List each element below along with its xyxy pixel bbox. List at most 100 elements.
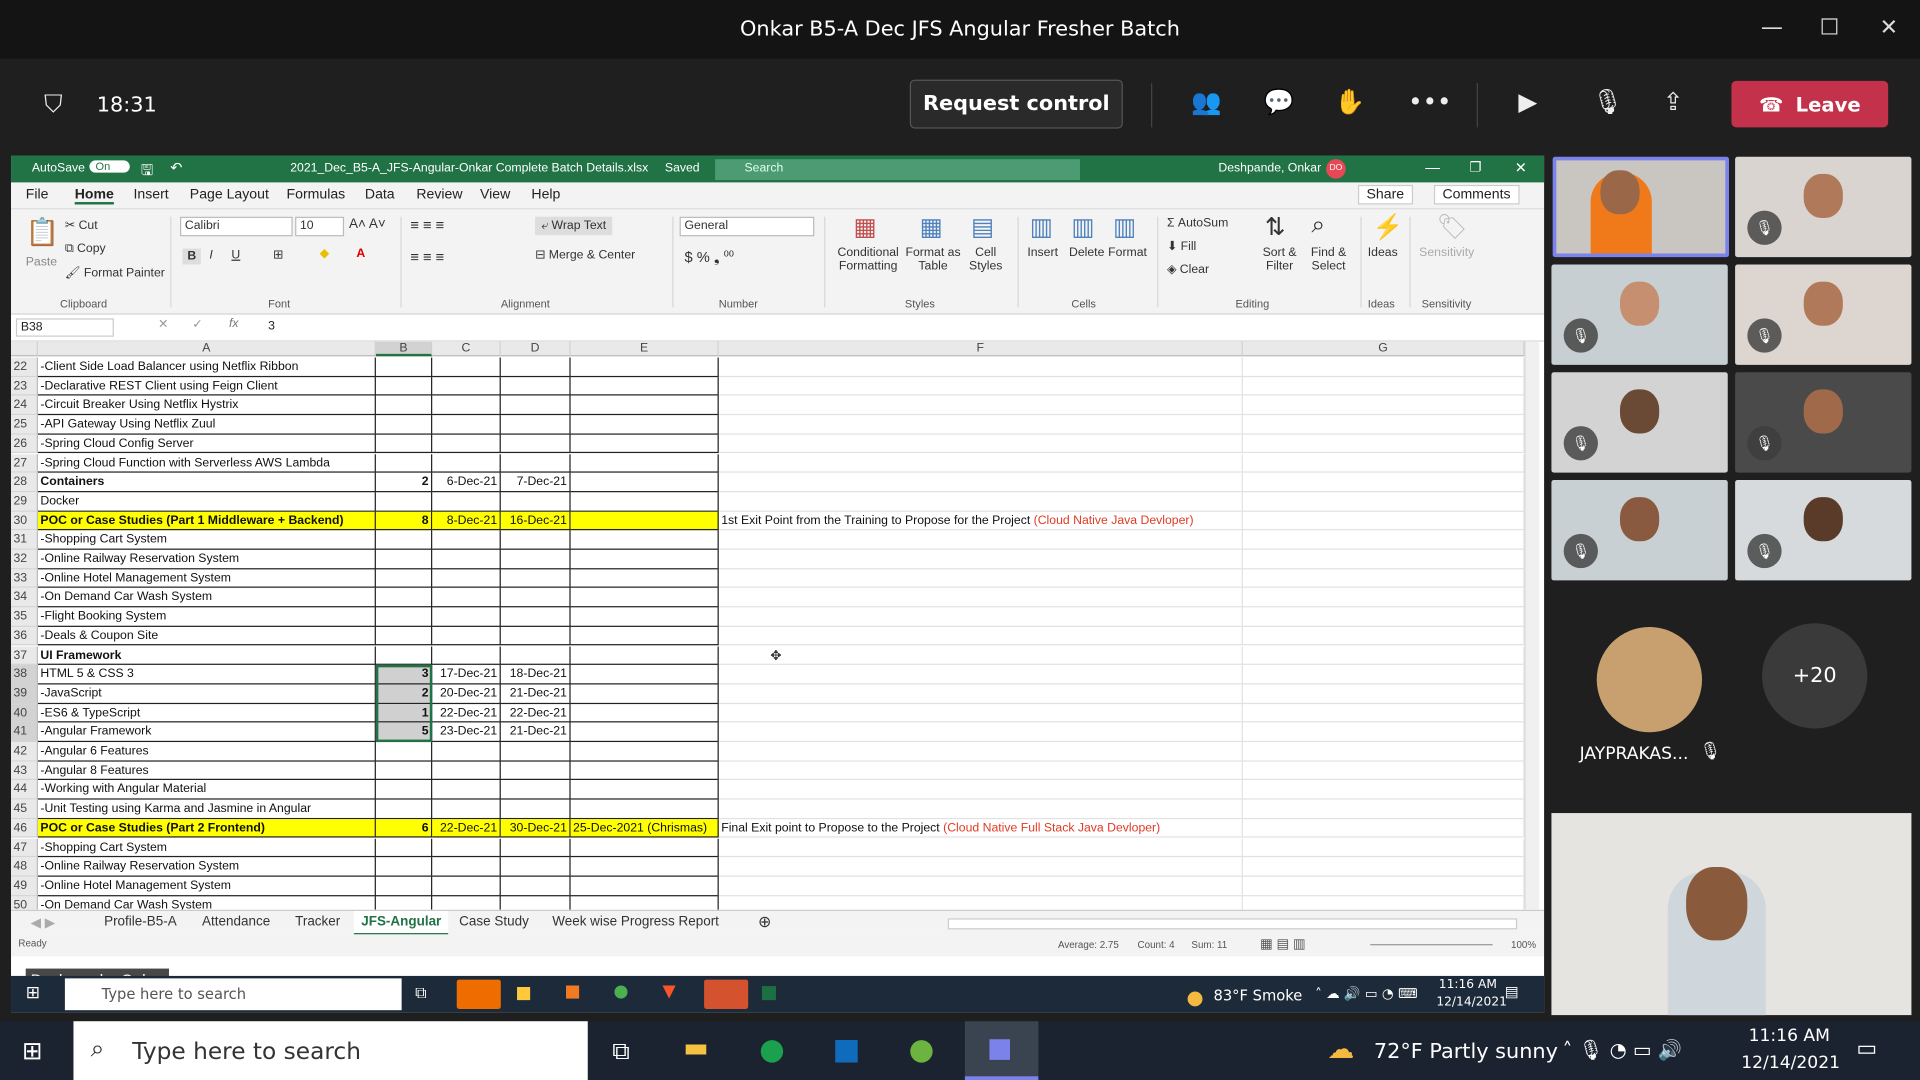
cell-G23[interactable] — [1242, 376, 1525, 396]
video-tile[interactable]: 🎙 — [1735, 480, 1912, 581]
cell-G42[interactable] — [1242, 742, 1525, 762]
vertical-scrollbar[interactable] — [1524, 341, 1540, 910]
cell-E45[interactable] — [570, 799, 719, 819]
cell-G29[interactable] — [1242, 492, 1525, 512]
cell-C40[interactable]: 22-Dec-21 — [432, 703, 501, 723]
cell-D34[interactable] — [500, 588, 571, 608]
cell-D46[interactable]: 30-Dec-21 — [500, 818, 571, 839]
row-header[interactable]: 27 — [11, 453, 38, 473]
cell-D36[interactable] — [500, 626, 571, 646]
windows-start-icon[interactable]: ⊞ — [22, 1036, 43, 1065]
copy-button[interactable]: ⧉ Copy — [65, 242, 106, 255]
underline-button[interactable]: U — [231, 249, 240, 262]
tab-home[interactable]: Home — [74, 187, 114, 205]
format-painter-button[interactable]: 🖌 Format Painter — [65, 267, 165, 280]
cell-F26[interactable] — [718, 434, 1243, 454]
confirm-entry-icon[interactable]: ✓ — [192, 318, 202, 331]
more-options-icon[interactable]: ••• — [1408, 87, 1451, 116]
cell-F37[interactable] — [718, 645, 1243, 666]
cell-G33[interactable] — [1242, 569, 1525, 589]
row-header[interactable]: 23 — [11, 376, 38, 396]
cell-B44[interactable] — [375, 780, 433, 800]
cell-D43[interactable] — [500, 761, 571, 781]
sheet-tab-active[interactable]: JFS-Angular — [353, 911, 449, 936]
tab-insert[interactable]: Insert — [133, 187, 168, 202]
cell-G27[interactable] — [1242, 453, 1525, 473]
ideas-button[interactable]: Ideas — [1368, 246, 1398, 259]
cell-G39[interactable] — [1242, 684, 1525, 704]
cell-A46[interactable]: POC or Case Studies (Part 2 Frontend) — [37, 818, 376, 839]
row-header[interactable]: 43 — [11, 761, 38, 781]
cell-G36[interactable] — [1242, 626, 1525, 646]
cell-F49[interactable] — [718, 876, 1243, 896]
cell-A47[interactable]: -Shopping Cart System — [37, 838, 376, 858]
cell-F44[interactable] — [718, 780, 1243, 800]
video-tile[interactable]: 🎙 — [1551, 372, 1728, 473]
cell-C47[interactable] — [432, 838, 501, 858]
cell-G31[interactable] — [1242, 530, 1525, 550]
mic-muted-icon[interactable]: 🎙 — [1592, 87, 1623, 116]
spreadsheet-grid[interactable]: A B C D E F G 22 -Client Side Load Balancer usin… — [11, 341, 1545, 910]
column-header[interactable]: D — [500, 341, 571, 357]
wrap-text-button[interactable]: ⤶ Wrap Text — [535, 216, 613, 236]
cell-D45[interactable] — [500, 799, 571, 819]
cell-G48[interactable] — [1242, 857, 1525, 877]
cell-E24[interactable] — [570, 395, 719, 416]
cell-A49[interactable]: -Online Hotel Management System — [37, 876, 376, 896]
number-format-select[interactable]: General — [679, 216, 815, 237]
cell-A28[interactable]: Containers — [37, 472, 376, 493]
cell-C22[interactable] — [432, 357, 501, 377]
cell-E50[interactable] — [571, 895, 719, 910]
cell-C34[interactable] — [432, 588, 501, 608]
video-tile[interactable]: 🎙 — [1735, 264, 1912, 365]
self-video-tile[interactable] — [1551, 813, 1912, 1016]
find-select-button[interactable]: Find & Select — [1304, 246, 1353, 273]
column-header[interactable]: B — [375, 341, 433, 357]
bold-button[interactable]: B — [182, 248, 202, 265]
cell-G32[interactable] — [1242, 549, 1525, 570]
close-button[interactable]: ✕ — [1515, 159, 1527, 176]
cell-C36[interactable] — [432, 626, 501, 646]
zoom-slider[interactable] — [1370, 944, 1493, 946]
cell-E32[interactable] — [570, 549, 719, 570]
cell-D31[interactable] — [500, 530, 571, 550]
cell-B22[interactable] — [375, 357, 433, 377]
align-left-icon[interactable]: ≡ ≡ ≡ — [410, 249, 444, 266]
cell-C39[interactable]: 20-Dec-21 — [432, 684, 501, 704]
clear-button[interactable]: ◈ Clear — [1167, 263, 1209, 276]
cell-F31[interactable] — [718, 530, 1243, 550]
tray-icons[interactable]: ˄ 🎙 ◔ ▭ 🔊 — [1562, 1038, 1682, 1061]
row-header[interactable]: 48 — [11, 857, 38, 877]
cell-E31[interactable] — [570, 530, 719, 550]
cell-A29[interactable]: Docker — [37, 492, 376, 512]
cell-E28[interactable] — [570, 472, 719, 493]
cell-E29[interactable] — [570, 492, 719, 512]
cell-B45[interactable] — [375, 799, 433, 819]
cell-F36[interactable] — [718, 626, 1243, 646]
horizontal-scrollbar[interactable] — [947, 918, 1518, 930]
close-button[interactable]: ✕ — [1880, 15, 1898, 41]
search-box[interactable]: Search — [715, 159, 1081, 181]
cell-A41[interactable]: -Angular Framework — [37, 722, 376, 743]
row-header[interactable]: 30 — [11, 511, 38, 531]
cell-E49[interactable] — [570, 876, 719, 896]
cell-C45[interactable] — [432, 799, 501, 819]
cell-F34[interactable] — [718, 588, 1243, 608]
cell-B46[interactable]: 6 — [375, 818, 433, 839]
cell-A36[interactable]: -Deals & Coupon Site — [37, 626, 376, 646]
avatar[interactable] — [1596, 626, 1703, 733]
cell-F32[interactable] — [718, 549, 1243, 570]
cell-G46[interactable] — [1242, 818, 1525, 839]
cell-C29[interactable] — [432, 492, 501, 512]
cell-F30[interactable]: 1st Exit Point from the Training to Prop… — [718, 511, 1243, 531]
cell-F29[interactable] — [718, 492, 1243, 512]
cell-D38[interactable]: 18-Dec-21 — [500, 665, 571, 685]
cell-B25[interactable] — [375, 415, 433, 435]
cell-D30[interactable]: 16-Dec-21 — [500, 511, 571, 531]
cell-G43[interactable] — [1242, 761, 1525, 781]
cell-C35[interactable] — [432, 607, 501, 627]
row-header[interactable]: 39 — [11, 684, 38, 704]
tab-nav-icon[interactable]: ◀ ▶ — [31, 915, 55, 931]
cell-E27[interactable] — [570, 453, 719, 473]
cell-F25[interactable] — [718, 415, 1243, 435]
